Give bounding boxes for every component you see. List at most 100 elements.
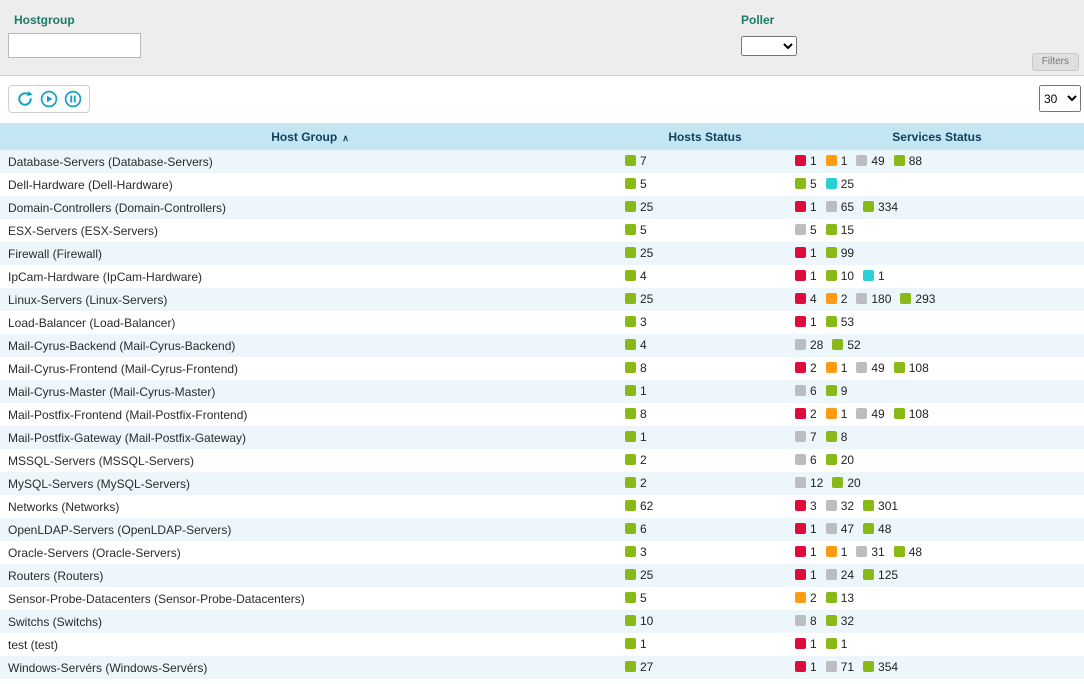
status-badge-ok[interactable]: 108 <box>894 361 929 375</box>
header-services-status[interactable]: Services Status <box>790 130 1084 144</box>
status-badge-unknown[interactable]: 49 <box>856 407 884 421</box>
status-badge-unknown[interactable]: 49 <box>856 154 884 168</box>
status-badge-unknown[interactable]: 7 <box>795 430 817 444</box>
status-badge-ok[interactable]: 301 <box>863 499 898 513</box>
status-badge-ok[interactable]: 62 <box>625 499 653 513</box>
table-row[interactable]: Firewall (Firewall)25199 <box>0 242 1084 265</box>
hostgroup-name[interactable]: Networks (Networks) <box>0 500 620 514</box>
hostgroup-name[interactable]: Oracle-Servers (Oracle-Servers) <box>0 546 620 560</box>
status-badge-unknown[interactable]: 47 <box>826 522 854 536</box>
table-row[interactable]: MySQL-Servers (MySQL-Servers)21220 <box>0 472 1084 495</box>
status-badge-unknown[interactable]: 12 <box>795 476 823 490</box>
status-badge-ok[interactable]: 4 <box>625 269 647 283</box>
status-badge-ok[interactable]: 8 <box>826 430 848 444</box>
hostgroup-name[interactable]: MSSQL-Servers (MSSQL-Servers) <box>0 454 620 468</box>
hostgroup-input[interactable] <box>8 33 141 58</box>
table-row[interactable]: Mail-Cyrus-Backend (Mail-Cyrus-Backend)4… <box>0 334 1084 357</box>
status-badge-critical[interactable]: 4 <box>795 292 817 306</box>
table-row[interactable]: Mail-Postfix-Gateway (Mail-Postfix-Gatew… <box>0 426 1084 449</box>
hostgroup-name[interactable]: ESX-Servers (ESX-Servers) <box>0 224 620 238</box>
status-badge-unknown[interactable]: 180 <box>856 292 891 306</box>
table-row[interactable]: Oracle-Servers (Oracle-Servers)3113148 <box>0 541 1084 564</box>
status-badge-unknown[interactable]: 5 <box>795 223 817 237</box>
hostgroup-name[interactable]: Dell-Hardware (Dell-Hardware) <box>0 178 620 192</box>
status-badge-ok[interactable]: 88 <box>894 154 922 168</box>
status-badge-critical[interactable]: 1 <box>795 568 817 582</box>
status-badge-ok[interactable]: 32 <box>826 614 854 628</box>
status-badge-unknown[interactable]: 24 <box>826 568 854 582</box>
status-badge-critical[interactable]: 2 <box>795 361 817 375</box>
status-badge-critical[interactable]: 1 <box>795 545 817 559</box>
hostgroup-name[interactable]: Mail-Cyrus-Frontend (Mail-Cyrus-Frontend… <box>0 362 620 376</box>
status-badge-ok[interactable]: 108 <box>894 407 929 421</box>
status-badge-warning[interactable]: 2 <box>795 591 817 605</box>
status-badge-ok[interactable]: 13 <box>826 591 854 605</box>
status-badge-unknown[interactable]: 28 <box>795 338 823 352</box>
refresh-icon[interactable] <box>16 90 34 108</box>
hostgroup-name[interactable]: MySQL-Servers (MySQL-Servers) <box>0 477 620 491</box>
hostgroup-name[interactable]: Linux-Servers (Linux-Servers) <box>0 293 620 307</box>
page-size-select[interactable]: 30 <box>1039 85 1081 112</box>
table-row[interactable]: Routers (Routers)25124125 <box>0 564 1084 587</box>
status-badge-unknown[interactable]: 71 <box>826 660 854 674</box>
status-badge-ok[interactable]: 9 <box>826 384 848 398</box>
status-badge-warning[interactable]: 1 <box>826 407 848 421</box>
status-badge-critical[interactable]: 3 <box>795 499 817 513</box>
status-badge-ok[interactable]: 15 <box>826 223 854 237</box>
status-badge-critical[interactable]: 1 <box>795 637 817 651</box>
table-row[interactable]: test (test)111 <box>0 633 1084 656</box>
hostgroup-name[interactable]: Database-Servers (Database-Servers) <box>0 155 620 169</box>
hostgroup-name[interactable]: IpCam-Hardware (IpCam-Hardware) <box>0 270 620 284</box>
status-badge-ok[interactable]: 10 <box>625 614 653 628</box>
status-badge-ok[interactable]: 1 <box>625 384 647 398</box>
status-badge-ok[interactable]: 99 <box>826 246 854 260</box>
status-badge-ok[interactable]: 4 <box>625 338 647 352</box>
hostgroup-name[interactable]: Windows-Servérs (Windows-Servérs) <box>0 661 620 675</box>
hostgroup-name[interactable]: Sensor-Probe-Datacenters (Sensor-Probe-D… <box>0 592 620 606</box>
status-badge-critical[interactable]: 1 <box>795 269 817 283</box>
status-badge-ok[interactable]: 48 <box>894 545 922 559</box>
status-badge-ok[interactable]: 1 <box>625 430 647 444</box>
status-badge-critical[interactable]: 1 <box>795 154 817 168</box>
table-row[interactable]: Dell-Hardware (Dell-Hardware)5525 <box>0 173 1084 196</box>
table-row[interactable]: Linux-Servers (Linux-Servers)2542180293 <box>0 288 1084 311</box>
status-badge-unknown[interactable]: 31 <box>856 545 884 559</box>
hostgroup-name[interactable]: Switchs (Switchs) <box>0 615 620 629</box>
status-badge-warning[interactable]: 1 <box>826 361 848 375</box>
status-badge-ok[interactable]: 25 <box>625 246 653 260</box>
table-row[interactable]: Switchs (Switchs) 10 8 32 <box>0 610 1084 633</box>
status-badge-warning[interactable]: 1 <box>826 154 848 168</box>
status-badge-ok[interactable]: 293 <box>900 292 935 306</box>
status-badge-ok[interactable]: 20 <box>826 453 854 467</box>
poller-select[interactable] <box>741 36 797 56</box>
status-badge-ok[interactable]: 10 <box>826 269 854 283</box>
status-badge-ok[interactable]: 25 <box>625 292 653 306</box>
table-row[interactable]: Windows-Servérs (Windows-Servérs)2717135… <box>0 656 1084 679</box>
status-badge-ok[interactable]: 48 <box>863 522 891 536</box>
status-badge-pending[interactable]: 1 <box>863 269 885 283</box>
table-row[interactable]: Mail-Cyrus-Frontend (Mail-Cyrus-Frontend… <box>0 357 1084 380</box>
hostgroup-name[interactable]: test (test) <box>0 638 620 652</box>
status-badge-critical[interactable]: 1 <box>795 246 817 260</box>
status-badge-unknown[interactable]: 32 <box>826 499 854 513</box>
hostgroup-name[interactable]: OpenLDAP-Servers (OpenLDAP-Servers) <box>0 523 620 537</box>
pause-icon[interactable] <box>64 90 82 108</box>
status-badge-ok[interactable]: 1 <box>625 637 647 651</box>
status-badge-ok[interactable]: 6 <box>625 522 647 536</box>
status-badge-ok[interactable]: 125 <box>863 568 898 582</box>
status-badge-ok[interactable]: 7 <box>625 154 647 168</box>
status-badge-unknown[interactable]: 8 <box>795 614 817 628</box>
table-row[interactable]: Domain-Controllers (Domain-Controllers)2… <box>0 196 1084 219</box>
table-row[interactable]: Networks (Networks) 62 3 32 301 <box>0 495 1084 518</box>
status-badge-unknown[interactable]: 65 <box>826 200 854 214</box>
hostgroup-name[interactable]: Load-Balancer (Load-Balancer) <box>0 316 620 330</box>
hostgroup-name[interactable]: Mail-Cyrus-Master (Mail-Cyrus-Master) <box>0 385 620 399</box>
status-badge-ok[interactable]: 52 <box>832 338 860 352</box>
header-hosts-status[interactable]: Hosts Status <box>620 130 790 144</box>
status-badge-ok[interactable]: 2 <box>625 453 647 467</box>
hostgroup-name[interactable]: Routers (Routers) <box>0 569 620 583</box>
filters-button[interactable]: Filters <box>1032 53 1079 71</box>
status-badge-ok[interactable]: 20 <box>832 476 860 490</box>
status-badge-ok[interactable]: 5 <box>795 177 817 191</box>
table-row[interactable]: OpenLDAP-Servers (OpenLDAP-Servers)61474… <box>0 518 1084 541</box>
